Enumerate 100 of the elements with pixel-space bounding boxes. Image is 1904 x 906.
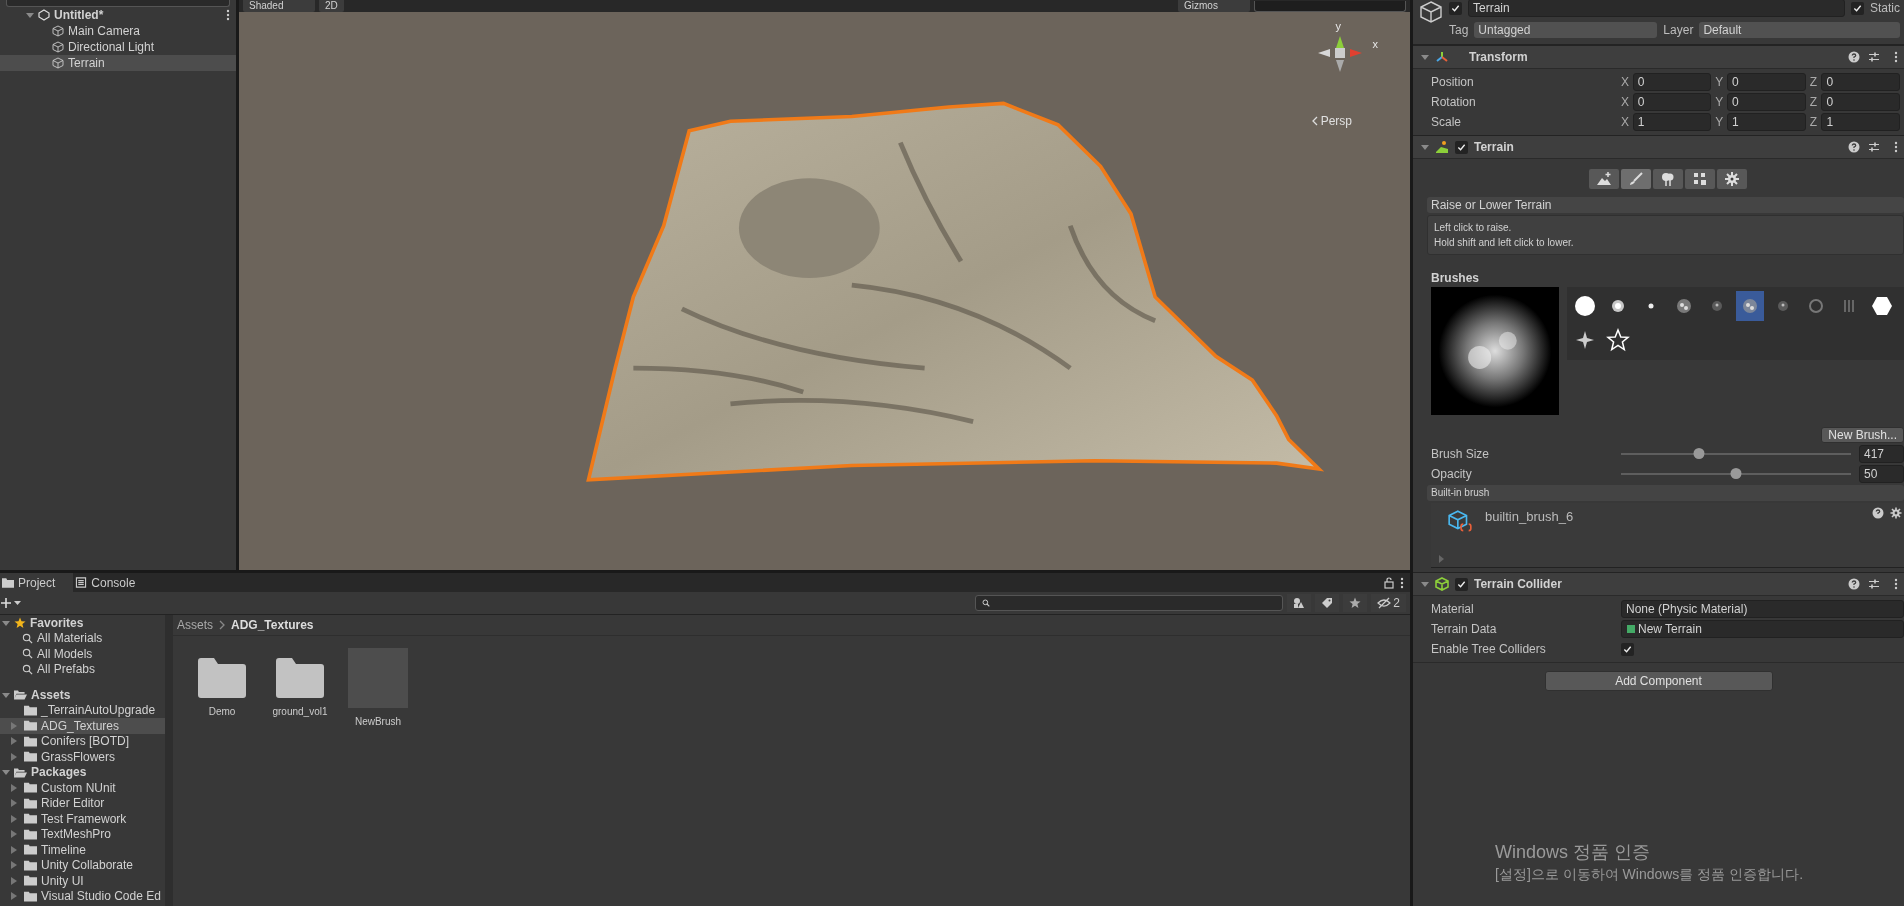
object-field[interactable]: New Terrain	[1621, 620, 1904, 638]
folder-item[interactable]: GrassFlowers	[0, 749, 165, 765]
tag-dropdown[interactable]: Untagged	[1474, 22, 1658, 38]
favorite-button[interactable]	[1343, 594, 1368, 612]
menu-icon[interactable]	[226, 9, 230, 21]
folder-item[interactable]: Conifers [BOTD]	[0, 733, 165, 749]
folder-item[interactable]: ADG_Textures	[0, 718, 165, 734]
search-field[interactable]	[6, 0, 230, 7]
help-icon[interactable]	[1848, 51, 1860, 63]
presets-icon[interactable]	[1868, 141, 1880, 153]
axis-label: Z	[1809, 115, 1818, 129]
number-field[interactable]: 0	[1727, 93, 1806, 111]
hidden-packages-button[interactable]: 2	[1371, 594, 1406, 612]
menu-icon[interactable]	[1894, 141, 1898, 153]
object-field[interactable]: None (Physic Material)	[1621, 600, 1904, 618]
expand-arrow-icon[interactable]	[1421, 580, 1429, 588]
add-component-button[interactable]: Add Component	[1544, 671, 1773, 691]
help-icon[interactable]	[1872, 507, 1884, 519]
presets-icon[interactable]	[1868, 51, 1880, 63]
panel-tab[interactable]: Project	[0, 573, 74, 592]
favorite-item[interactable]: All Prefabs	[0, 661, 165, 677]
number-field[interactable]: 417	[1859, 445, 1904, 463]
axis-label: X	[1621, 115, 1630, 129]
hierarchy-item[interactable]: Terrain	[0, 55, 236, 71]
help-icon[interactable]	[1848, 141, 1860, 153]
component-title[interactable]: Terrain	[1474, 140, 1514, 154]
folder-item[interactable]: Timeline	[0, 842, 165, 858]
number-field[interactable]: 50	[1859, 465, 1904, 483]
folder-item[interactable]: _TerrainAutoUpgrade	[0, 702, 165, 718]
folder-item[interactable]: Rider Editor	[0, 795, 165, 811]
name-field[interactable]: Terrain	[1468, 0, 1845, 17]
menu-icon[interactable]	[1400, 576, 1404, 589]
number-field[interactable]: 0	[1727, 73, 1806, 91]
expand-arrow-icon[interactable]	[26, 11, 34, 19]
number-field[interactable]: 1	[1632, 113, 1712, 131]
tree-header[interactable]: Assets	[31, 687, 71, 702]
tree-header[interactable]: Favorites	[30, 615, 84, 630]
number-field[interactable]: 1	[1727, 113, 1806, 131]
component-title[interactable]: Terrain Collider	[1474, 577, 1562, 591]
gear-icon[interactable]	[1716, 169, 1747, 189]
expand-arrow-icon[interactable]	[1421, 53, 1429, 61]
expand-arrow-icon[interactable]	[1421, 143, 1429, 151]
search-icon	[22, 648, 33, 660]
folder-icon[interactable]	[276, 658, 324, 698]
help-icon[interactable]	[1848, 578, 1860, 590]
folder-item[interactable]: Test Framework	[0, 811, 165, 827]
expand-arrow-icon[interactable]	[2, 690, 10, 699]
cube-icon	[1419, 0, 1443, 24]
hierarchy-item[interactable]: Main Camera	[0, 23, 236, 39]
mode-2d-button[interactable]: 2D	[319, 0, 344, 12]
label-filter-button[interactable]	[1315, 594, 1340, 612]
breadcrumb-link[interactable]: Assets	[177, 618, 213, 632]
number-field[interactable]: 0	[1632, 73, 1712, 91]
folder-item[interactable]: TextMeshPro	[0, 826, 165, 842]
menu-icon[interactable]	[1894, 578, 1898, 590]
type-filter-button[interactable]	[1287, 594, 1312, 612]
asset-name[interactable]: Demo	[208, 706, 236, 717]
scene-name[interactable]: Untitled*	[54, 8, 104, 22]
number-field[interactable]: 0	[1821, 73, 1900, 91]
folder-item[interactable]: Unity Collaborate	[0, 857, 165, 873]
chevron-left-icon[interactable]	[1312, 116, 1318, 126]
favorite-item[interactable]: All Materials	[0, 630, 165, 646]
number-field[interactable]: 0	[1821, 93, 1900, 111]
slider-thumb[interactable]	[1730, 468, 1742, 479]
projection-label[interactable]: Persp	[1320, 114, 1352, 128]
axis-label: x	[1372, 38, 1378, 50]
gear-icon[interactable]	[1890, 507, 1902, 519]
asset-name[interactable]: ground_vol1	[272, 706, 328, 717]
expand-arrow-icon[interactable]	[2, 618, 10, 627]
breadcrumb-current[interactable]: ADG_Textures	[231, 618, 314, 632]
component-title[interactable]: Transform	[1469, 50, 1528, 64]
folder-item[interactable]: Visual Studio Code Ed	[0, 888, 165, 904]
search-field[interactable]	[975, 595, 1284, 611]
folder-item[interactable]: Custom NUnit	[0, 780, 165, 796]
favorite-item[interactable]: All Models	[0, 646, 165, 662]
presets-icon[interactable]	[1868, 578, 1880, 590]
lock-icon[interactable]	[1384, 576, 1394, 589]
tree-header[interactable]: Packages	[31, 765, 87, 780]
create-button[interactable]	[0, 597, 22, 609]
folder-item[interactable]: Unity UI	[0, 873, 165, 889]
gizmos-dropdown[interactable]: Gizmos	[1178, 0, 1250, 12]
hierarchy-item[interactable]: Directional Light	[0, 39, 236, 55]
tool-dropdown[interactable]: Raise or Lower Terrain	[1427, 197, 1904, 213]
panel-tab[interactable]: Console	[73, 573, 154, 592]
number-field[interactable]: 0	[1632, 93, 1712, 111]
scene-viewport[interactable]: y x Persp	[239, 12, 1410, 570]
tree-icon[interactable]	[1652, 169, 1683, 189]
slider-thumb[interactable]	[1693, 448, 1705, 459]
flowers-icon[interactable]	[1684, 169, 1715, 189]
mountain-plus-icon[interactable]	[1588, 169, 1619, 189]
search-field[interactable]	[1254, 0, 1406, 12]
number-field[interactable]: 1	[1821, 113, 1900, 131]
menu-icon[interactable]	[1894, 51, 1898, 63]
shading-dropdown[interactable]: Shaded	[243, 0, 315, 12]
folder-icon[interactable]	[198, 658, 246, 698]
brush-type-dropdown[interactable]: Built-in brush	[1427, 485, 1904, 501]
layer-dropdown[interactable]: Default	[1699, 22, 1900, 38]
asset-name[interactable]: NewBrush	[354, 716, 402, 727]
brush-icon[interactable]	[1620, 169, 1651, 189]
new-brush-button[interactable]: New Brush...	[1821, 427, 1904, 443]
